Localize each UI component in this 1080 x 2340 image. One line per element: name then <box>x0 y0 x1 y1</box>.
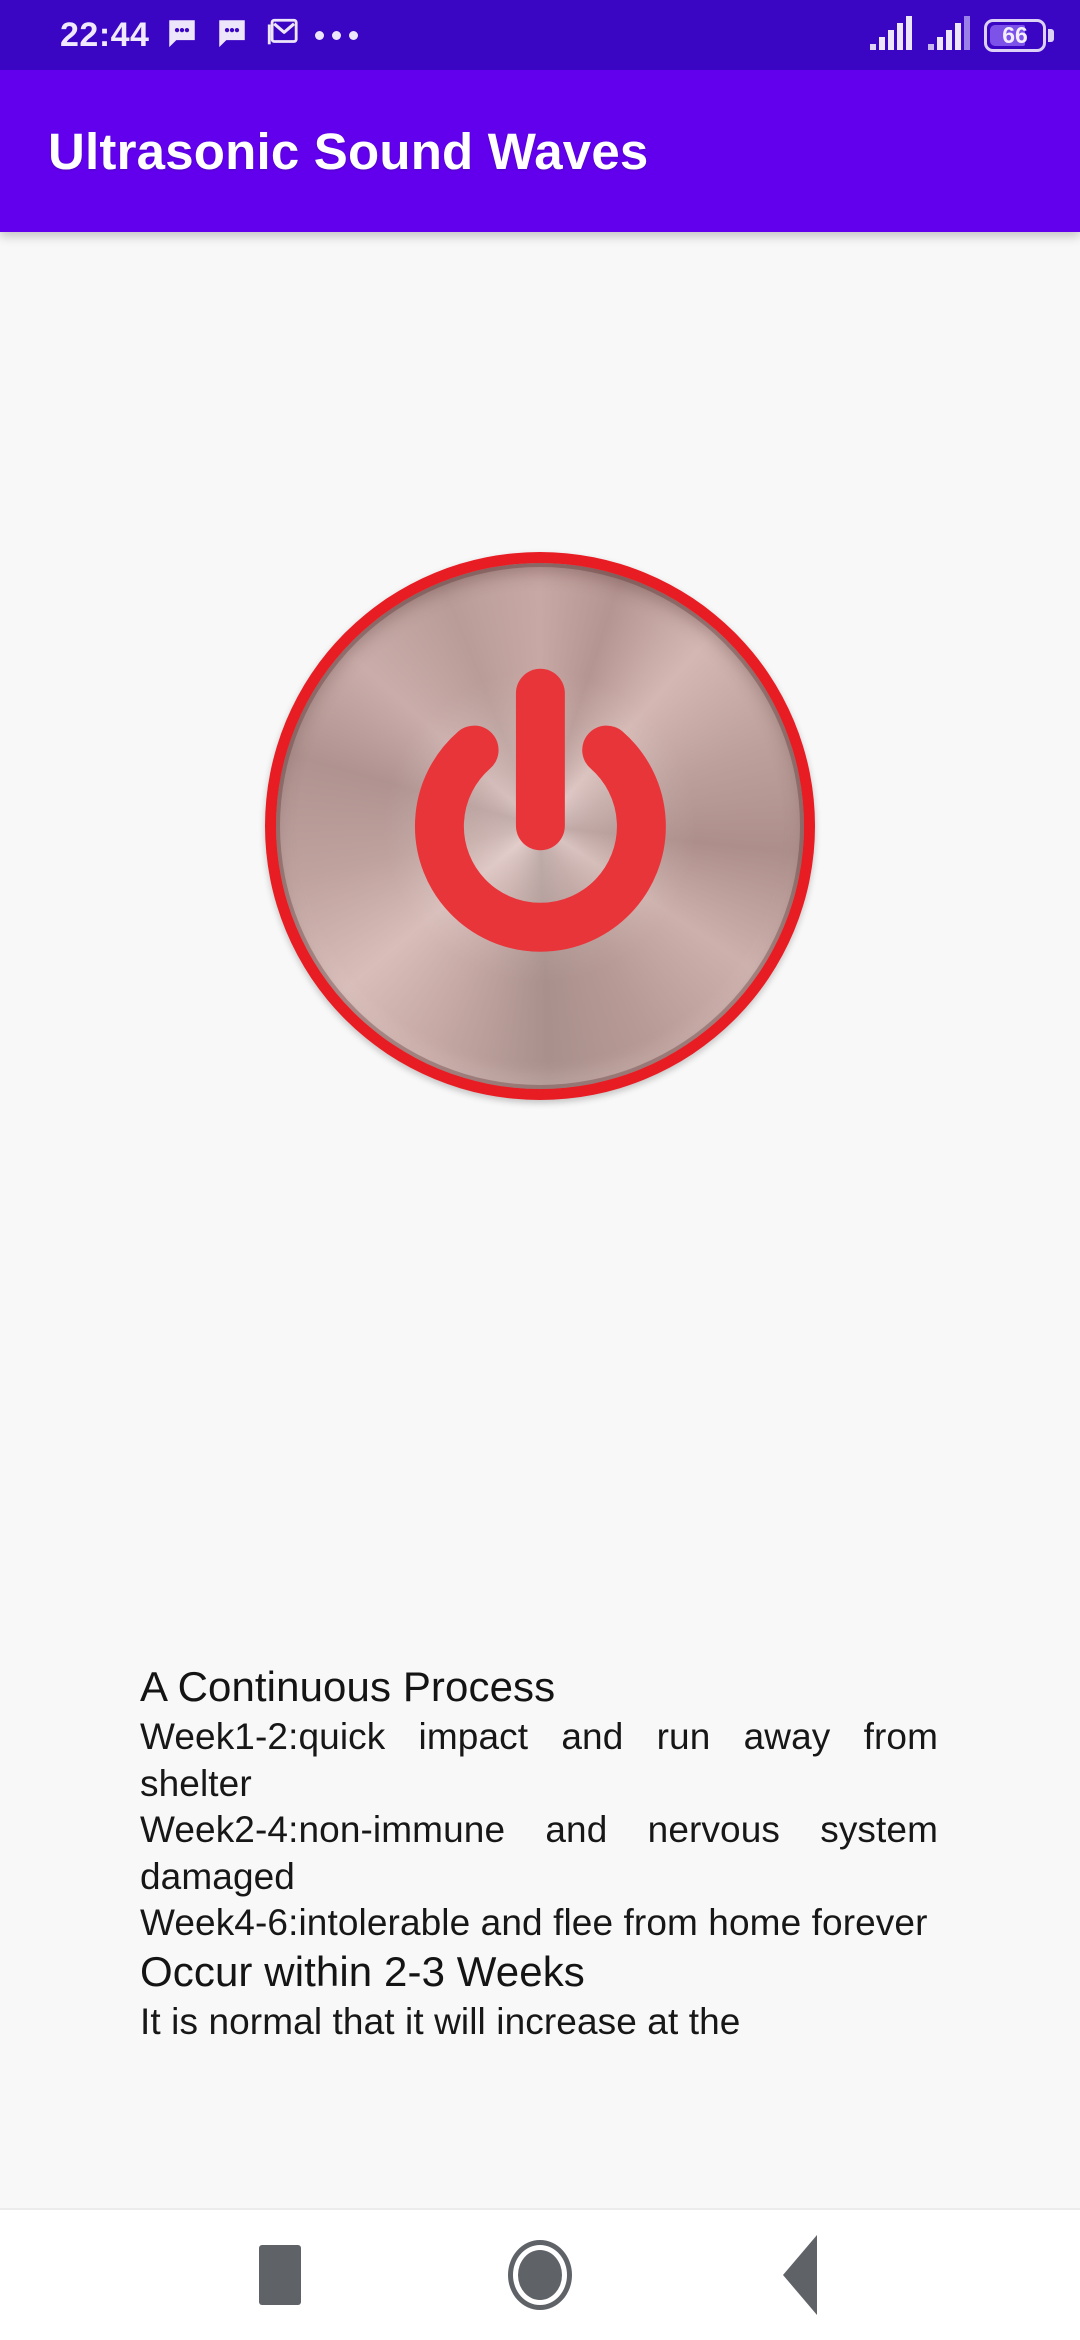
android-navigation-bar <box>0 2210 1080 2340</box>
page-title: Ultrasonic Sound Waves <box>48 122 649 180</box>
power-button-container <box>265 552 815 1100</box>
triangle-left-icon <box>783 2235 817 2315</box>
nav-home-button[interactable] <box>410 2210 670 2340</box>
more-notifications-icon <box>315 30 359 40</box>
phone-screen: 22:44 66 Ultrasonic Sound Waves A Contin… <box>0 0 1080 2340</box>
power-icon <box>414 668 666 952</box>
info-heading: A Continuous Process <box>140 1663 556 1710</box>
gmail-icon <box>265 16 299 55</box>
status-bar-right: 66 <box>868 15 1054 55</box>
message-icon <box>215 16 249 55</box>
nav-recents-button[interactable] <box>150 2210 410 2340</box>
battery-body: 66 <box>984 18 1046 52</box>
main-content: A Continuous Process Week1-2:quick impac… <box>0 232 1080 2210</box>
signal-bars-icon <box>868 15 912 55</box>
info-text-block: A Continuous Process Week1-2:quick impac… <box>140 1662 938 2114</box>
battery-cap <box>1048 28 1054 42</box>
info-heading: Occur within 2-3 Weeks <box>140 1948 585 1996</box>
power-button-face <box>276 563 804 1089</box>
status-bar-clock: 22:44 <box>60 16 150 54</box>
circle-icon <box>508 2240 572 2310</box>
signal-bars-icon <box>926 15 970 55</box>
battery-level-label: 66 <box>1002 21 1028 48</box>
square-icon <box>259 2245 301 2305</box>
info-paragraph-truncated: It is normal that it will increase at th… <box>140 2000 741 2042</box>
battery-icon: 66 <box>984 18 1054 52</box>
status-bar-left: 22:44 <box>60 16 359 55</box>
nav-back-button[interactable] <box>670 2210 930 2340</box>
app-bar: Ultrasonic Sound Waves <box>0 70 1080 232</box>
info-paragraph: Week2-4:non-immune and nervous system da… <box>140 1809 938 1897</box>
power-toggle-button[interactable] <box>265 552 815 1100</box>
info-paragraph: Week1-2:quick impact and run away from s… <box>140 1715 938 1804</box>
message-icon <box>165 16 199 55</box>
status-bar: 22:44 66 <box>0 0 1080 70</box>
info-paragraph: Week4-6:intolerable and flee from home f… <box>140 1902 928 1944</box>
